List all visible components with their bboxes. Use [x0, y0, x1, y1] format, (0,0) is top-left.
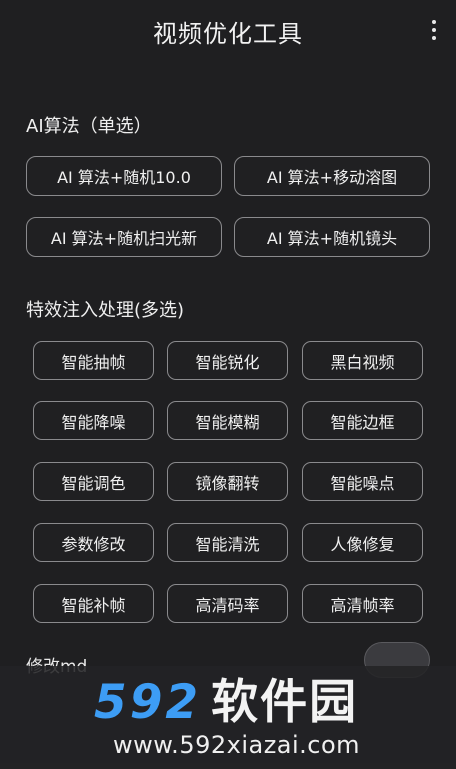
effects-section-title: 特效注入处理(多选)	[26, 300, 185, 321]
effect-smart-border[interactable]: 智能边框	[302, 401, 423, 440]
algo-option-random-shot[interactable]: AI 算法+随机镜头	[234, 217, 430, 257]
effect-param-modify[interactable]: 参数修改	[33, 523, 154, 562]
effect-smart-clean[interactable]: 智能清洗	[167, 523, 288, 562]
effect-hd-bitrate[interactable]: 高清码率	[167, 584, 288, 623]
algo-section-title: AI算法（单选）	[26, 116, 152, 137]
effect-smart-denoise[interactable]: 智能降噪	[33, 401, 154, 440]
watermark-logo-number: 592	[94, 675, 202, 730]
effect-black-white[interactable]: 黑白视频	[302, 341, 423, 380]
watermark-url: www.592xiazai.com	[113, 731, 361, 759]
effect-smart-noise[interactable]: 智能噪点	[302, 462, 423, 501]
watermark-logo-text: 软件园	[211, 675, 359, 730]
effect-smart-color[interactable]: 智能调色	[33, 462, 154, 501]
effect-smart-interpolate[interactable]: 智能补帧	[33, 584, 154, 623]
effect-smart-frame-extract[interactable]: 智能抽帧	[33, 341, 154, 380]
effect-smart-blur[interactable]: 智能模糊	[167, 401, 288, 440]
algo-option-move-blend[interactable]: AI 算法+移动溶图	[234, 156, 430, 196]
effect-smart-sharpen[interactable]: 智能锐化	[167, 341, 288, 380]
effect-portrait-repair[interactable]: 人像修复	[302, 523, 423, 562]
watermark-overlay: 592 软件园 www.592xiazai.com	[0, 666, 456, 769]
more-vertical-icon[interactable]	[430, 19, 438, 41]
watermark-logo: 592 软件园	[94, 675, 358, 731]
effect-hd-framerate[interactable]: 高清帧率	[302, 584, 423, 623]
algo-option-random-sweep[interactable]: AI 算法+随机扫光新	[26, 217, 222, 257]
app-bar: 视频优化工具	[0, 0, 456, 62]
algo-option-random-10[interactable]: AI 算法+随机10.0	[26, 156, 222, 196]
effect-mirror-flip[interactable]: 镜像翻转	[167, 462, 288, 501]
page-title: 视频优化工具	[153, 20, 303, 48]
